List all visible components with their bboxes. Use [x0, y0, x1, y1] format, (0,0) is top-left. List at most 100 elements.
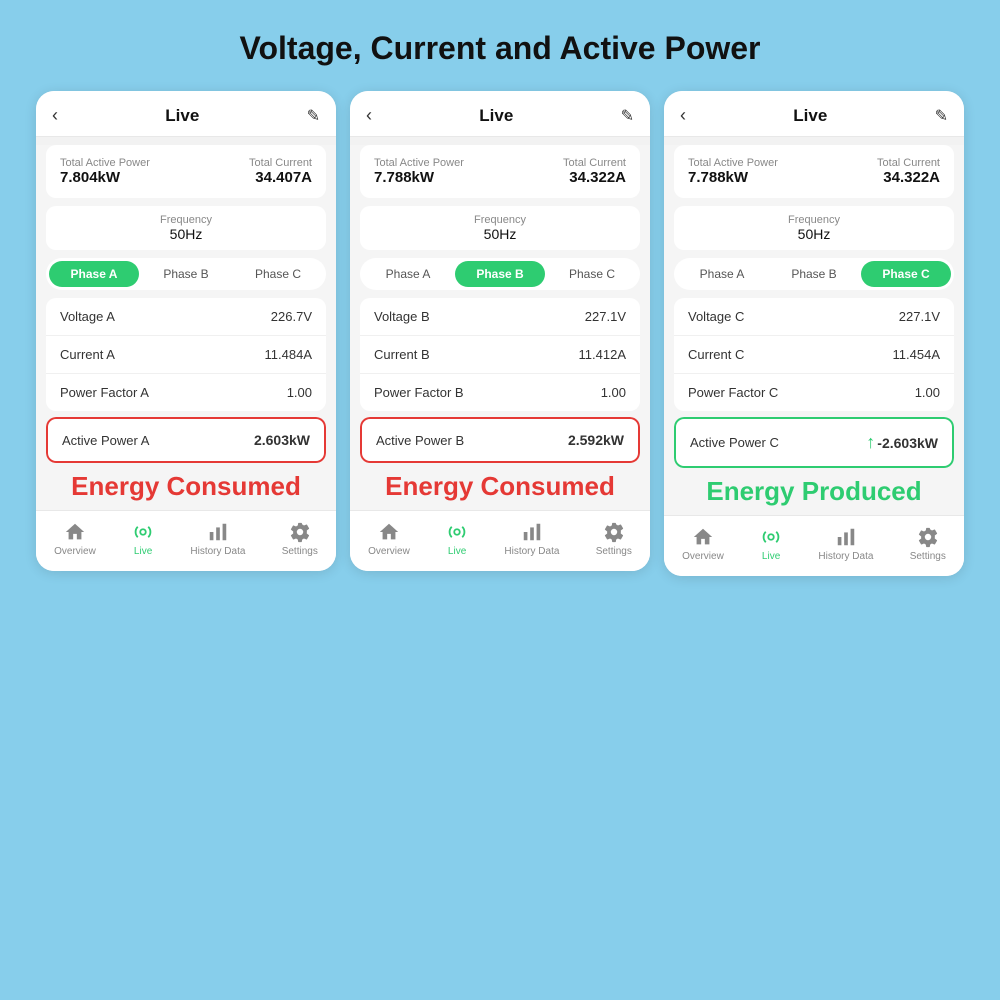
data-rows: Voltage B 227.1V Current B 11.412A Power… — [360, 298, 640, 411]
phone-2: ‹ Live ✎ Total Active Power 7.788kW Tota… — [350, 91, 650, 571]
row-label: Voltage B — [374, 309, 430, 324]
table-row: Voltage C 227.1V — [674, 298, 954, 336]
history-icon — [207, 521, 229, 543]
active-power-value: 2.592kW — [568, 432, 624, 448]
footer-item-overview[interactable]: Overview — [682, 526, 724, 562]
active-power-value: 2.603kW — [254, 432, 310, 448]
footer-item-history-data[interactable]: History Data — [190, 521, 245, 557]
footer-item-settings[interactable]: Settings — [282, 521, 318, 557]
frequency-section: Frequency 50Hz — [674, 206, 954, 250]
phase-tab-3[interactable]: Phase C — [233, 261, 323, 287]
footer-item-overview[interactable]: Overview — [368, 521, 410, 557]
table-row: Current C 11.454A — [674, 336, 954, 374]
row-value: 227.1V — [899, 309, 940, 324]
total-active-power-value: 7.788kW — [374, 169, 464, 186]
active-power-label: Active Power B — [376, 433, 464, 448]
phase-tab-3[interactable]: Phase C — [547, 261, 637, 287]
phase-tab-1[interactable]: Phase A — [677, 261, 767, 287]
row-label: Current B — [374, 347, 430, 362]
phase-tabs: Phase APhase BPhase C — [46, 258, 326, 290]
total-current-value: 34.322A — [563, 169, 626, 186]
home-icon — [692, 526, 714, 548]
footer-item-history-data[interactable]: History Data — [818, 526, 873, 562]
frequency-value: 50Hz — [60, 226, 312, 242]
total-current-value: 34.322A — [877, 169, 940, 186]
energy-label: Energy Produced — [674, 476, 954, 507]
edit-icon[interactable]: ✎ — [935, 106, 948, 126]
footer-item-settings[interactable]: Settings — [596, 521, 632, 557]
history-icon — [521, 521, 543, 543]
frequency-label: Frequency — [60, 214, 312, 226]
row-value: 11.412A — [579, 347, 626, 362]
row-label: Power Factor C — [688, 385, 778, 400]
phase-tabs: Phase APhase BPhase C — [360, 258, 640, 290]
screen-title: Live — [793, 106, 827, 126]
footer-item-live[interactable]: Live — [132, 521, 154, 557]
phase-tab-2[interactable]: Phase B — [455, 261, 545, 287]
active-power-section: Active Power C ↑-2.603kW — [674, 417, 954, 468]
bottom-nav: Overview Live History Data Settings — [36, 510, 336, 571]
row-value: 1.00 — [601, 385, 626, 400]
back-button[interactable]: ‹ — [680, 105, 686, 126]
back-button[interactable]: ‹ — [366, 105, 372, 126]
energy-label: Energy Consumed — [360, 471, 640, 502]
frequency-value: 50Hz — [374, 226, 626, 242]
table-row: Power Factor C 1.00 — [674, 374, 954, 411]
table-row: Voltage A 226.7V — [46, 298, 326, 336]
back-button[interactable]: ‹ — [52, 105, 58, 126]
table-row: Voltage B 227.1V — [360, 298, 640, 336]
frequency-label: Frequency — [374, 214, 626, 226]
total-active-power-label: Total Active Power — [374, 157, 464, 169]
phase-tab-1[interactable]: Phase A — [363, 261, 453, 287]
frequency-section: Frequency 50Hz — [360, 206, 640, 250]
edit-icon[interactable]: ✎ — [621, 106, 634, 126]
frequency-section: Frequency 50Hz — [46, 206, 326, 250]
row-value: 226.7V — [271, 309, 312, 324]
footer-label: Settings — [596, 546, 632, 557]
stats-section: Total Active Power 7.804kW Total Current… — [46, 145, 326, 198]
page-title: Voltage, Current and Active Power — [240, 20, 761, 67]
footer-item-live[interactable]: Live — [760, 526, 782, 562]
total-current-label: Total Current — [563, 157, 626, 169]
home-icon — [378, 521, 400, 543]
total-current-label: Total Current — [249, 157, 312, 169]
footer-label: Live — [448, 546, 466, 557]
phones-container: ‹ Live ✎ Total Active Power 7.804kW Tota… — [36, 91, 964, 576]
bottom-nav: Overview Live History Data Settings — [350, 510, 650, 571]
active-power-value: ↑-2.603kW — [866, 432, 938, 453]
footer-label: Overview — [682, 551, 724, 562]
row-label: Power Factor B — [374, 385, 464, 400]
footer-item-overview[interactable]: Overview — [54, 521, 96, 557]
phase-tab-2[interactable]: Phase B — [769, 261, 859, 287]
row-label: Voltage C — [688, 309, 744, 324]
settings-icon — [603, 521, 625, 543]
energy-label: Energy Consumed — [46, 471, 326, 502]
footer-item-history-data[interactable]: History Data — [504, 521, 559, 557]
total-current-label: Total Current — [877, 157, 940, 169]
live-icon — [446, 521, 468, 543]
settings-icon — [289, 521, 311, 543]
home-icon — [64, 521, 86, 543]
footer-label: Overview — [54, 546, 96, 557]
bottom-nav: Overview Live History Data Settings — [664, 515, 964, 576]
row-value: 11.454A — [893, 347, 940, 362]
settings-icon — [917, 526, 939, 548]
history-icon — [835, 526, 857, 548]
footer-label: Settings — [282, 546, 318, 557]
edit-icon[interactable]: ✎ — [307, 106, 320, 126]
phase-tab-2[interactable]: Phase B — [141, 261, 231, 287]
row-label: Voltage A — [60, 309, 115, 324]
frequency-value: 50Hz — [688, 226, 940, 242]
phase-tabs: Phase APhase BPhase C — [674, 258, 954, 290]
footer-item-live[interactable]: Live — [446, 521, 468, 557]
footer-label: History Data — [818, 551, 873, 562]
footer-label: Live — [134, 546, 152, 557]
total-active-power-value: 7.788kW — [688, 169, 778, 186]
stats-section: Total Active Power 7.788kW Total Current… — [674, 145, 954, 198]
total-active-power-label: Total Active Power — [688, 157, 778, 169]
phase-tab-1[interactable]: Phase A — [49, 261, 139, 287]
footer-label: History Data — [504, 546, 559, 557]
phase-tab-3[interactable]: Phase C — [861, 261, 951, 287]
live-icon — [132, 521, 154, 543]
footer-item-settings[interactable]: Settings — [910, 526, 946, 562]
